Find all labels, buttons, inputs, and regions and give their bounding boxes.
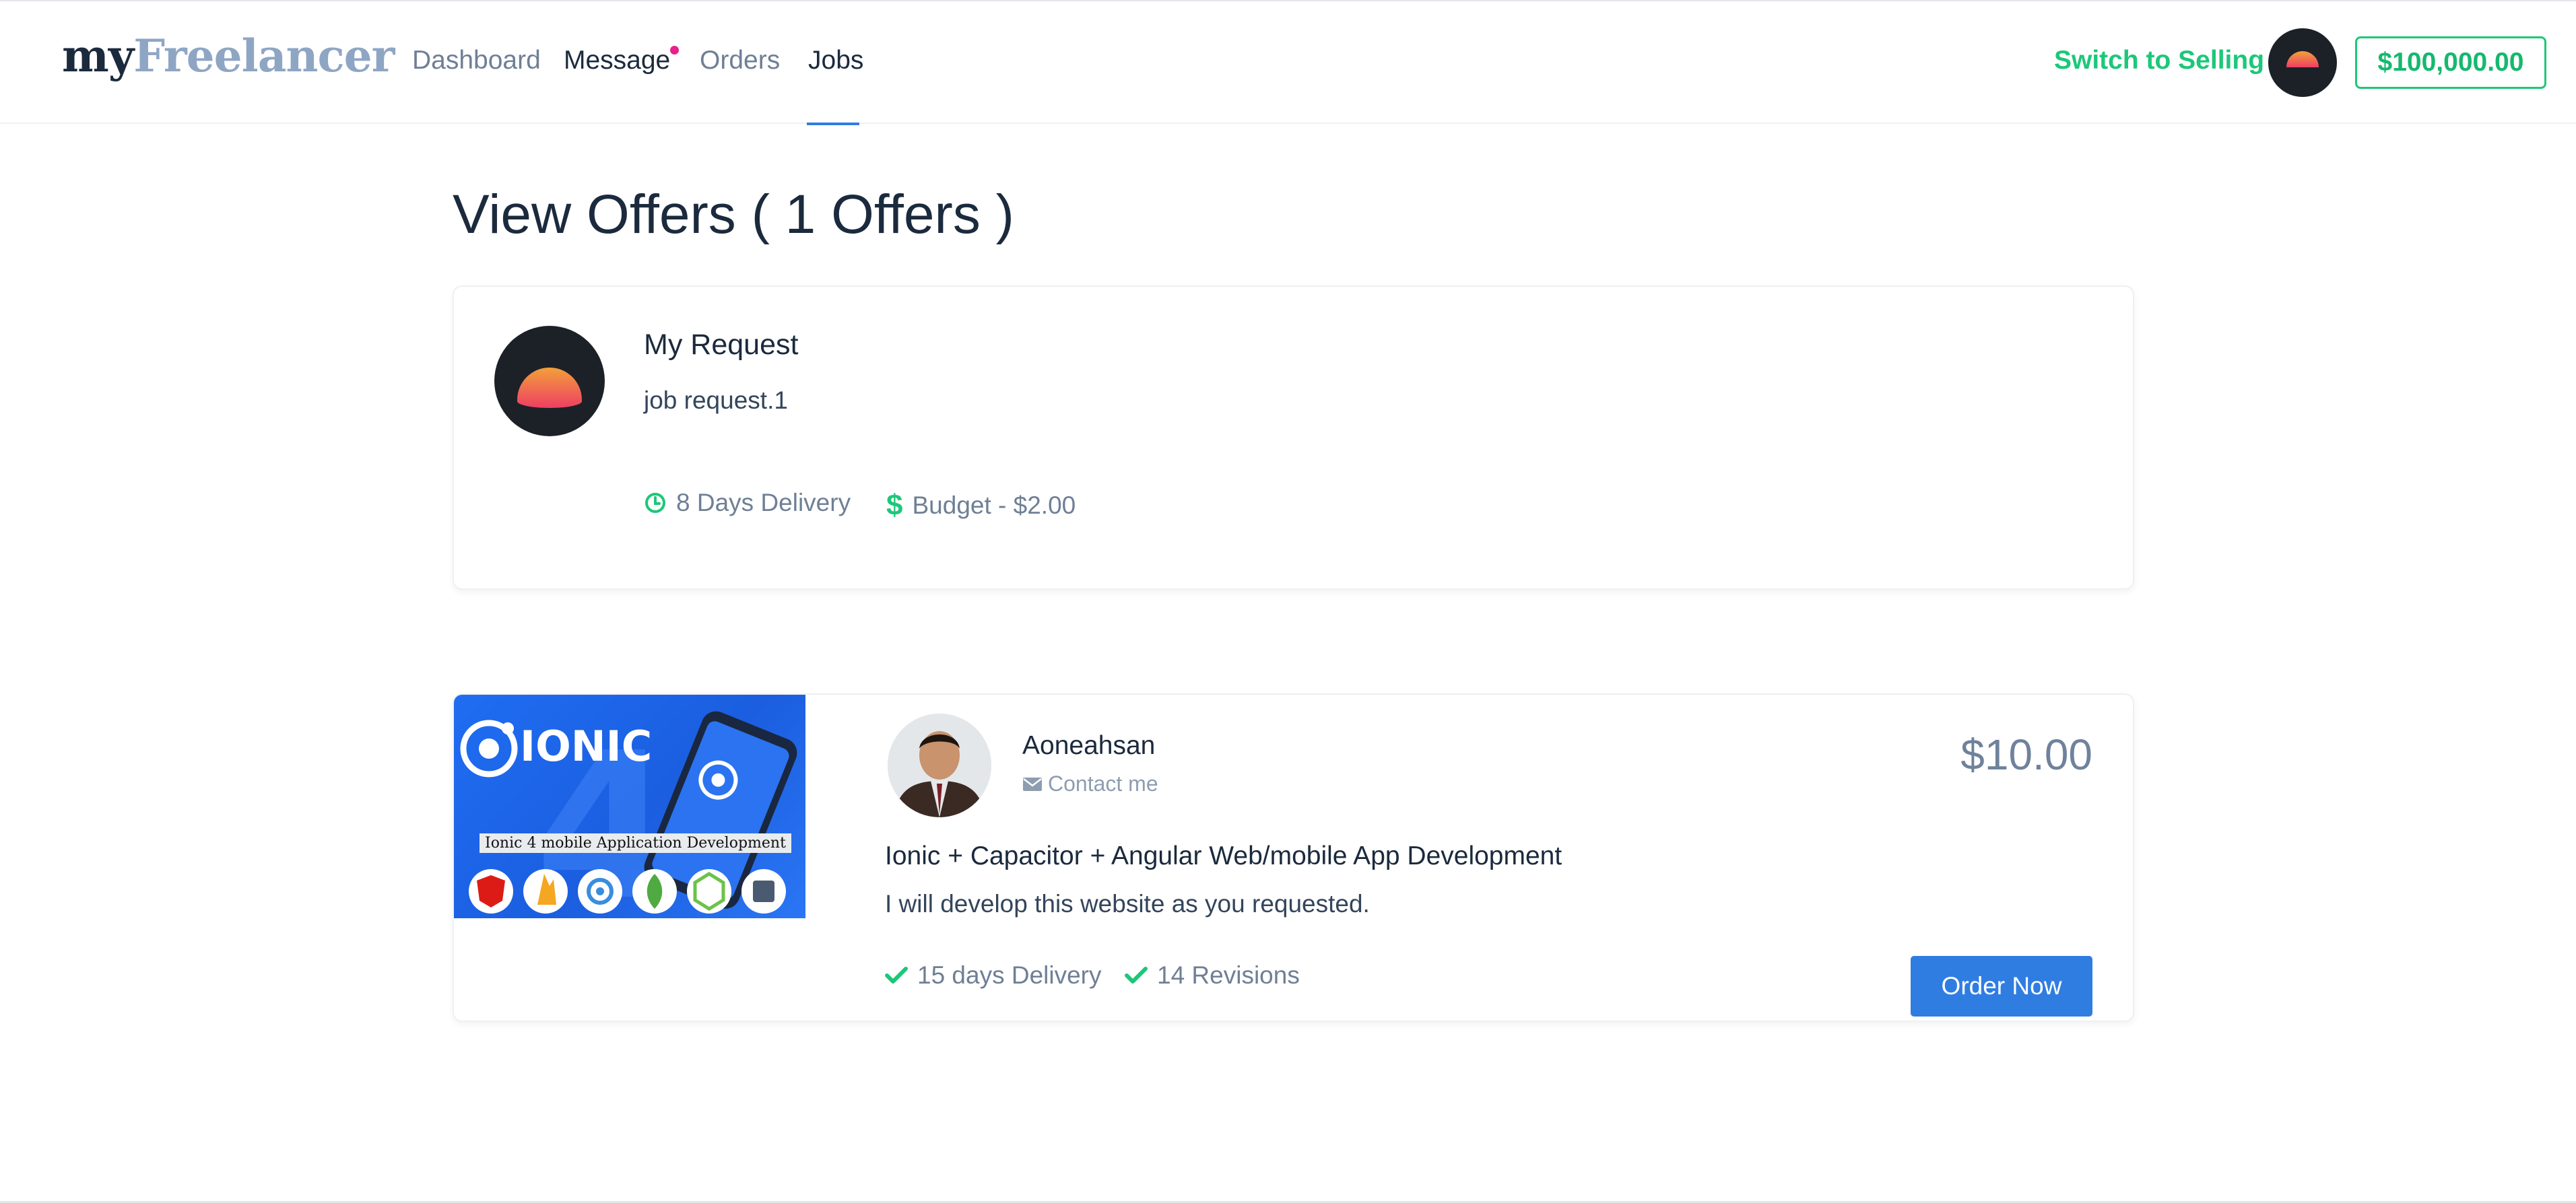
offer-title[interactable]: Ionic + Capacitor + Angular Web/mobile A… [885,841,1562,871]
offer-description: I will develop this website as you reque… [885,890,1370,918]
clock-icon [645,493,665,513]
seller-avatar[interactable] [888,714,991,817]
seller-name[interactable]: Aoneahsan [1022,731,1155,761]
switch-to-selling-link[interactable]: Switch to Selling [2054,46,2264,75]
check-icon [885,967,908,984]
offer-price: $10.00 [1960,730,2092,779]
balance-button[interactable]: $100,000.00 [2355,36,2546,89]
nav-active-indicator [807,123,859,125]
request-avatar [494,326,605,436]
offer-delivery: 15 days Delivery [885,961,1102,990]
offer-card: 4 IONIC Ionic 4 mobile Application Devel… [453,693,2134,1022]
nav-dashboard[interactable]: Dashboard [412,46,541,75]
sunset-avatar-icon [517,368,582,408]
contact-me-link[interactable]: Contact me [1022,771,1158,796]
dollar-icon: $ [886,489,903,522]
brand-logo-freelancer: Freelancer [133,30,395,82]
order-now-button[interactable]: Order Now [1911,956,2092,1017]
check-icon [1125,967,1148,984]
seller-photo-image [888,714,991,817]
page-title: View Offers ( 1 Offers ) [453,184,1014,245]
ionic-thumbnail-image: 4 IONIC [460,710,797,918]
request-budget: $ Budget - $2.00 [886,489,1076,522]
nav-jobs[interactable]: Jobs [808,46,863,75]
offer-revisions-text: 14 Revisions [1157,961,1300,989]
thumbnail-caption: Ionic 4 mobile Application Development [480,833,791,853]
request-delivery: 8 Days Delivery [644,489,851,517]
request-delivery-text: 8 Days Delivery [676,489,851,516]
nav-message[interactable]: Message [564,46,670,75]
envelope-icon [1023,777,1042,791]
request-title: My Request [644,329,799,361]
brand-logo-my: my [62,30,134,82]
message-notification-dot [670,46,679,55]
contact-me-text: Contact me [1048,771,1158,796]
request-budget-text: Budget - $2.00 [912,491,1076,519]
sunset-avatar-icon [2286,51,2319,67]
offer-thumbnail[interactable]: 4 IONIC Ionic 4 mobile Application Devel… [454,695,805,918]
request-description: job request.1 [644,386,788,414]
top-navbar: myFreelancer Dashboard Message Orders Jo… [0,0,2576,125]
user-avatar[interactable] [2268,28,2337,97]
brand-logo[interactable]: myFreelancer [62,30,395,82]
offer-revisions: 14 Revisions [1125,961,1300,990]
nav-orders[interactable]: Orders [700,46,780,75]
request-card: My Request job request.1 8 Days Delivery… [453,285,2134,590]
offer-delivery-text: 15 days Delivery [917,961,1102,989]
svg-text:IONIC: IONIC [520,722,652,771]
